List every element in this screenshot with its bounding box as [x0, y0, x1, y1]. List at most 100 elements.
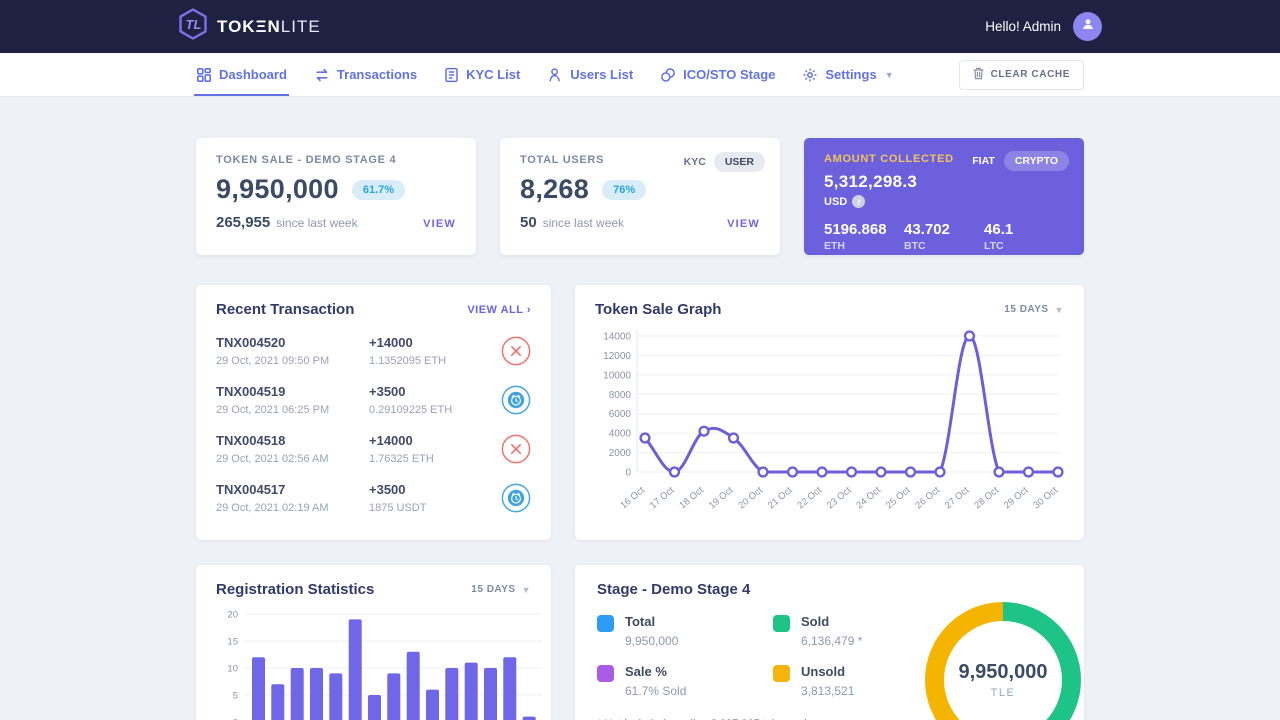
svg-text:26 Oct: 26 Oct: [913, 485, 942, 512]
person-icon: [1080, 16, 1096, 37]
greeting-text: Hello! Admin: [985, 19, 1061, 34]
legend-sold: Sold6,136,479 *: [773, 614, 925, 648]
total-users-percent-badge: 76%: [602, 180, 646, 200]
clear-cache-button[interactable]: CLEAR CACHE: [959, 60, 1084, 90]
svg-text:17 Oct: 17 Oct: [648, 485, 677, 512]
top-navbar: TL TOKΞNLITE Hello! Admin: [0, 0, 1280, 53]
svg-text:4000: 4000: [609, 429, 632, 440]
registration-chart: 0510152016 Oct17 Oct18 Oct19 Oct20 Oct21…: [216, 604, 531, 720]
main-nav: Dashboard Transactions KYC List Users Li…: [0, 53, 1280, 97]
svg-text:6000: 6000: [609, 409, 632, 420]
brand-name: TOKΞNLITE: [217, 17, 321, 37]
svg-text:29 Oct: 29 Oct: [1002, 485, 1031, 512]
svg-text:10000: 10000: [603, 370, 631, 381]
svg-text:22 Oct: 22 Oct: [795, 485, 824, 512]
toggle-crypto[interactable]: CRYPTO: [1004, 151, 1069, 171]
svg-text:28 Oct: 28 Oct: [972, 485, 1001, 512]
tab-kyc-list[interactable]: KYC List: [444, 53, 520, 96]
user-avatar[interactable]: [1073, 12, 1102, 41]
chevron-down-icon: ▼: [1055, 305, 1064, 315]
pending-status-icon[interactable]: [501, 483, 531, 513]
transaction-row: TNX00451829 Oct, 2021 02:56 AM +140001.7…: [216, 433, 531, 465]
crypto-ltc: 46.1 LTC: [984, 221, 1064, 252]
svg-text:14000: 14000: [603, 332, 631, 343]
total-users-delta: 50: [520, 214, 537, 231]
document-list-icon: [444, 67, 459, 83]
donut-center-value: 9,950,000: [959, 661, 1048, 684]
view-all-link[interactable]: VIEW ALL ›: [467, 304, 531, 316]
token-sale-card: TOKEN SALE - DEMO STAGE 4 9,950,000 61.7…: [196, 138, 476, 255]
crypto-btc: 43.702 BTC: [904, 221, 984, 252]
tab-settings[interactable]: Settings ▼: [802, 53, 893, 96]
legend-swatch-sold: [773, 615, 790, 632]
chevron-down-icon: ▼: [885, 70, 894, 80]
tab-ico-sto-stage[interactable]: ICO/STO Stage: [660, 53, 775, 96]
amount-collected-card: AMOUNT COLLECTED FIAT CRYPTO 5,312,298.3…: [804, 138, 1084, 255]
svg-text:20: 20: [227, 610, 238, 621]
token-sale-graph-card: Token Sale Graph 15 DAYS▼ 0 2000 4000 6000 8…: [575, 285, 1084, 540]
stage-card: Stage - Demo Stage 4 Total9,950,000 Sold…: [575, 565, 1084, 720]
legend-unsold: Unsold3,813,521: [773, 664, 925, 698]
toggle-user[interactable]: USER: [714, 152, 765, 172]
svg-text:0: 0: [625, 468, 631, 479]
svg-text:19 Oct: 19 Oct: [707, 485, 736, 512]
transaction-row: TNX00451729 Oct, 2021 02:19 AM +35001875…: [216, 482, 531, 514]
stage-legend: Total9,950,000 Sold6,136,479 * Sale %61.…: [597, 614, 925, 698]
crypto-eth: 5196.868 ETH: [824, 221, 904, 252]
token-sale-view-link[interactable]: VIEW: [423, 218, 456, 230]
donut-center-unit: TLE: [991, 687, 1016, 699]
cancel-status-icon[interactable]: [501, 434, 531, 464]
svg-text:24 Oct: 24 Oct: [854, 485, 883, 512]
svg-text:TL: TL: [186, 17, 202, 32]
svg-text:8000: 8000: [609, 390, 632, 401]
total-users-value: 8,268: [520, 174, 589, 205]
transaction-row: TNX00451929 Oct, 2021 06:25 PM +35000.29…: [216, 384, 531, 416]
registration-statistics-title: Registration Statistics: [216, 581, 374, 598]
tab-transactions[interactable]: Transactions: [314, 53, 417, 96]
svg-text:10: 10: [227, 664, 238, 675]
amount-collected-value: 5,312,298.3: [824, 172, 1064, 192]
tab-users-list[interactable]: Users List: [547, 53, 633, 96]
token-sale-value: 9,950,000: [216, 174, 339, 205]
token-sale-chart: 0200040006000800010000120001400016 Oct17…: [595, 324, 1064, 529]
token-sale-delta: 265,955: [216, 214, 270, 231]
svg-text:20 Oct: 20 Oct: [736, 485, 765, 512]
svg-text:15: 15: [227, 637, 238, 648]
legend-swatch-unsold: [773, 665, 790, 682]
toggle-kyc[interactable]: KYC: [684, 156, 706, 168]
tab-dashboard[interactable]: Dashboard: [196, 53, 287, 96]
brand-logo[interactable]: TL TOKΞNLITE: [178, 8, 321, 45]
toggle-fiat[interactable]: FIAT: [972, 155, 995, 167]
chevron-down-icon: ▼: [522, 585, 531, 595]
token-sale-delta-label: since last week: [276, 216, 357, 230]
pending-status-icon[interactable]: [501, 385, 531, 415]
svg-text:27 Oct: 27 Oct: [943, 485, 972, 512]
svg-text:18 Oct: 18 Oct: [677, 485, 706, 512]
svg-text:5: 5: [233, 691, 238, 702]
svg-text:21 Oct: 21 Oct: [766, 485, 795, 512]
token-sale-percent-badge: 61.7%: [352, 180, 405, 200]
total-users-view-link[interactable]: VIEW: [727, 218, 760, 230]
range-dropdown[interactable]: 15 DAYS▼: [1004, 304, 1064, 315]
coins-icon: [660, 67, 676, 83]
chevron-right-icon: ›: [527, 304, 531, 316]
svg-text:16 Oct: 16 Oct: [618, 485, 647, 512]
svg-text:23 Oct: 23 Oct: [825, 485, 854, 512]
transaction-row: TNX00452029 Oct, 2021 09:50 PM +140001.1…: [216, 335, 531, 367]
legend-sale-percent: Sale %61.7% Sold: [597, 664, 749, 698]
stage-donut-chart: 9,950,000 TLE: [925, 602, 1081, 720]
svg-text:2000: 2000: [609, 448, 632, 459]
range-dropdown[interactable]: 15 DAYS▼: [471, 584, 531, 595]
brand-hexagon-icon: TL: [178, 8, 208, 45]
recent-transactions-title: Recent Transaction: [216, 301, 354, 318]
swap-arrows-icon: [314, 67, 330, 83]
user-icon: [547, 67, 563, 83]
info-icon[interactable]: i: [852, 195, 865, 208]
cancel-status-icon[interactable]: [501, 336, 531, 366]
token-sale-graph-title: Token Sale Graph: [595, 301, 721, 318]
legend-swatch-sale-percent: [597, 665, 614, 682]
legend-swatch-total: [597, 615, 614, 632]
svg-text:30 Oct: 30 Oct: [1031, 485, 1060, 512]
registration-statistics-card: Registration Statistics 15 DAYS▼ 0510152…: [196, 565, 551, 720]
recent-transactions-card: Recent Transaction VIEW ALL › TNX0045202…: [196, 285, 551, 540]
